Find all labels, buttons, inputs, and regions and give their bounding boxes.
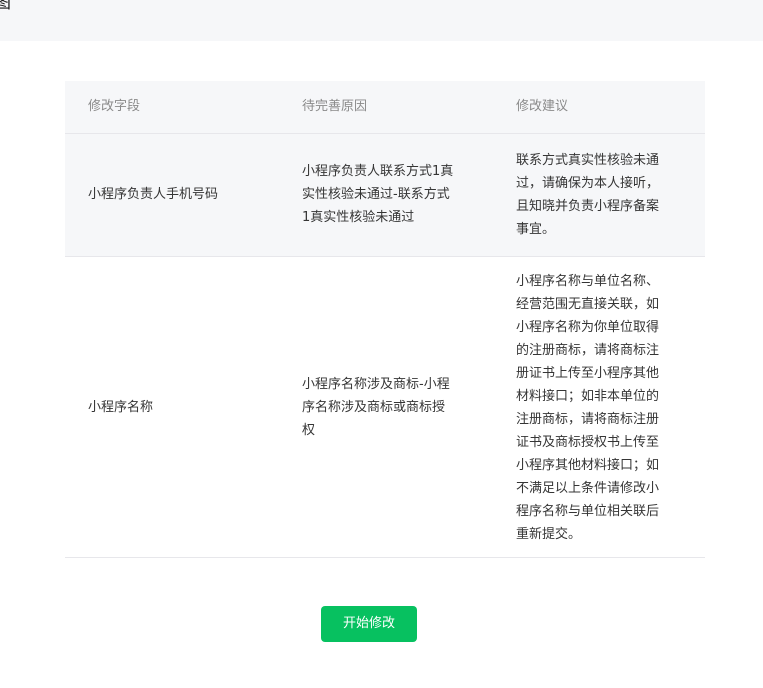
cell-field: 小程序名称	[88, 400, 154, 415]
cell-reason: 小程序负责人联系方式1真 实性核验未通过-联系方式 1真实性核验未通过	[302, 164, 454, 225]
cell-suggestion: 小程序名称与单位名称、 经营范围无直接关联，如 小程序名称为你单位取得 的注册商…	[516, 274, 660, 542]
cell-suggestion: 联系方式真实性核验未通 过，请确保为本人接听， 且知晓并负责小程序备案 事宜。	[516, 153, 660, 237]
column-header-suggestion: 修改建议	[516, 99, 569, 114]
table-header: 修改字段 待完善原因 修改建议	[65, 81, 705, 134]
cell-field: 小程序负责人手机号码	[88, 187, 219, 202]
column-header-reason: 待完善原因	[302, 99, 368, 114]
start-edit-button[interactable]: 开始修改	[321, 606, 417, 642]
table-row: 小程序名称 小程序名称涉及商标-小程 序名称涉及商标或商标授 权 小程序名称与单…	[65, 257, 705, 558]
top-bar: 图	[0, 0, 763, 41]
table-row: 小程序负责人手机号码 小程序负责人联系方式1真 实性核验未通过-联系方式 1真实…	[65, 134, 705, 257]
modification-table: 修改字段 待完善原因 修改建议 小程序负责人手机号码 小程序负责人联系方式1真 …	[65, 81, 705, 558]
page-title-fragment: 图	[0, 0, 11, 13]
column-header-field: 修改字段	[88, 99, 141, 114]
cell-reason: 小程序名称涉及商标-小程 序名称涉及商标或商标授 权	[302, 377, 450, 438]
